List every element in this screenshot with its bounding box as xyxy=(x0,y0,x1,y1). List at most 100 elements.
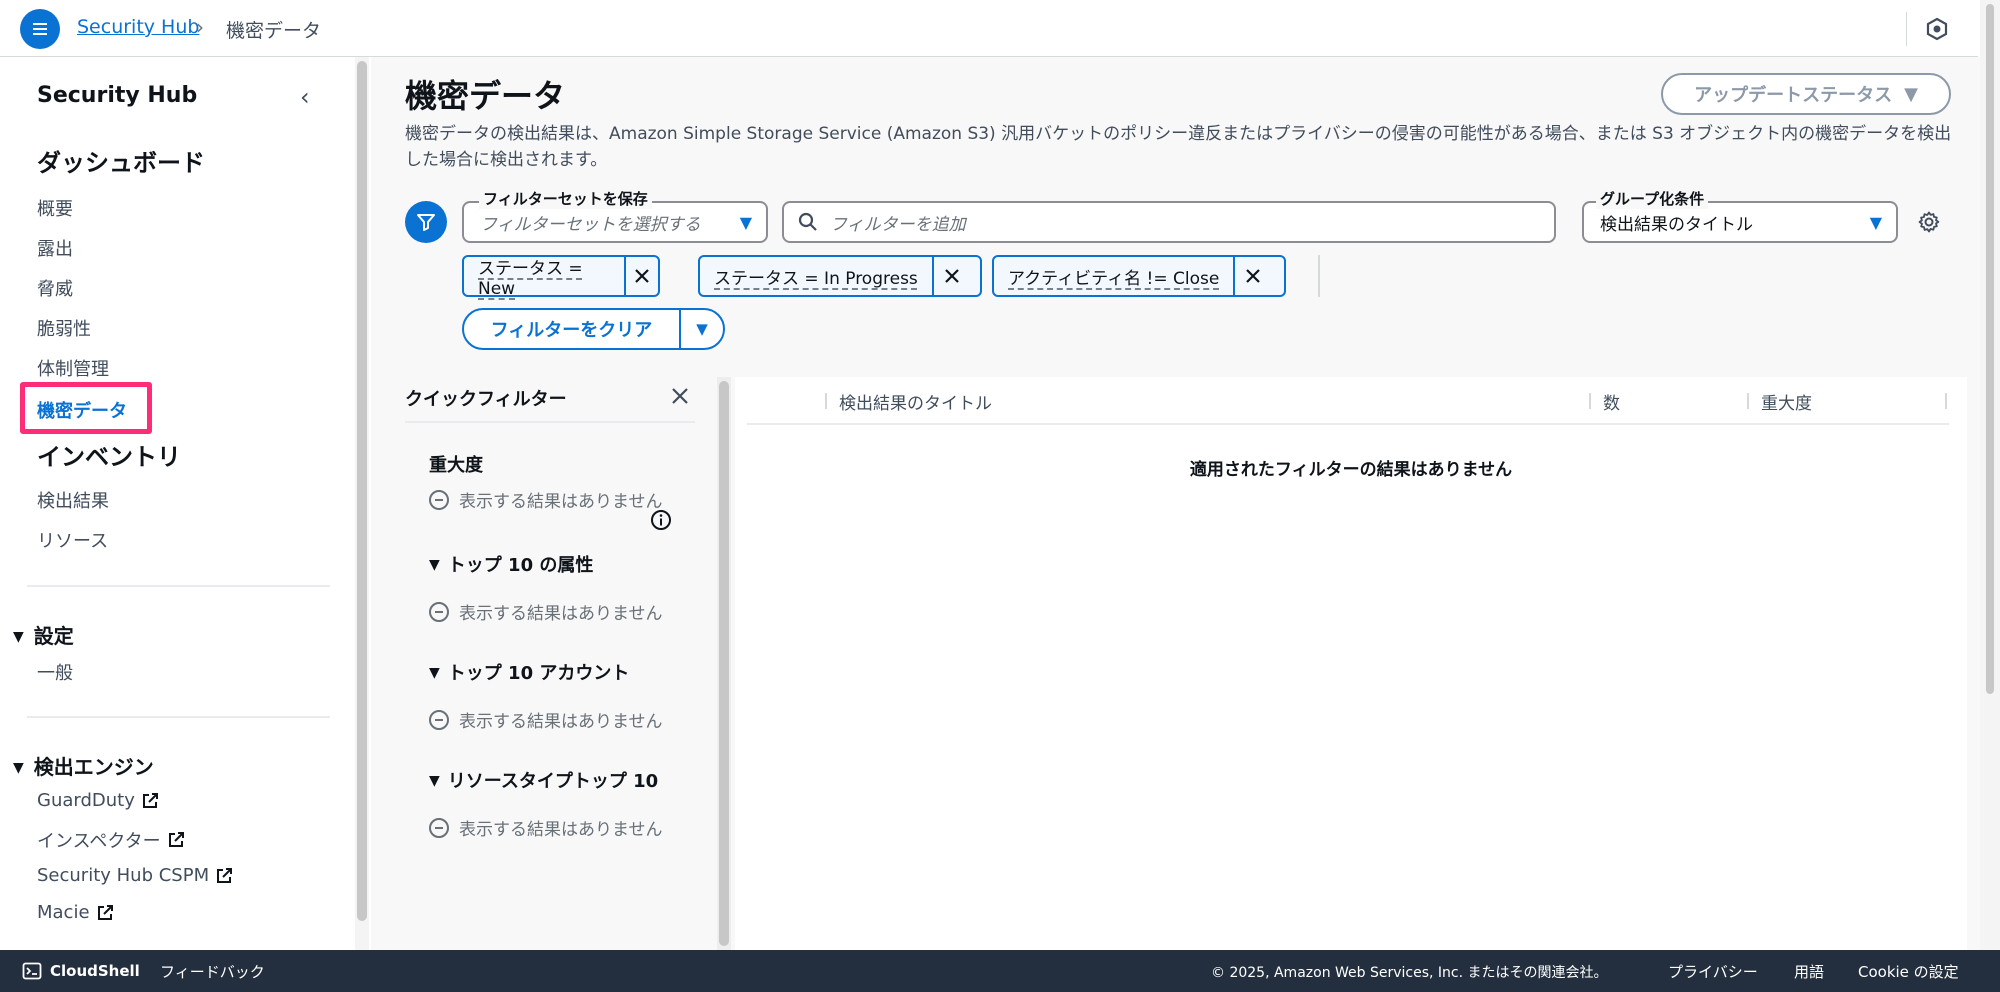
sidebar-item-exposure[interactable]: 露出 xyxy=(37,235,73,261)
quick-filter-heading-top10-attributes[interactable]: ▼ トップ 10 の属性 xyxy=(429,551,593,577)
breadcrumb-security-hub[interactable]: Security Hub xyxy=(77,16,199,38)
feedback-link[interactable]: フィードバック xyxy=(160,961,265,982)
caret-down-icon: ▼ xyxy=(1904,83,1918,105)
quick-filter-heading-top10-resource-types[interactable]: ▼ リソースタイプトップ 10 xyxy=(429,767,658,793)
group-by-label: グループ化条件 xyxy=(1596,188,1709,209)
minus-circle-icon xyxy=(429,817,449,838)
sidebar-scrollbar[interactable] xyxy=(355,57,369,950)
sidebar-item-inspector[interactable]: インスペクター xyxy=(37,827,185,853)
sidebar-item-resources[interactable]: リソース xyxy=(37,527,108,553)
copyright-text: © 2025, Amazon Web Services, Inc. またはその関… xyxy=(1211,965,1608,981)
close-icon[interactable] xyxy=(931,257,970,295)
sidebar-item-posture[interactable]: 体制管理 xyxy=(37,355,109,381)
quick-filter-empty: 表示する結果はありません xyxy=(429,815,663,840)
terms-link[interactable]: 用語 xyxy=(1794,961,1824,982)
scrollbar-thumb[interactable] xyxy=(357,61,367,921)
quick-filter-panel: クイックフィルター 重大度 表示する結果はありません ▼ トップ 10 の属性 表… xyxy=(371,377,698,950)
sidebar-item-label: Macie xyxy=(37,902,90,923)
info-icon[interactable] xyxy=(650,509,672,531)
external-link-icon xyxy=(142,792,158,808)
gear-icon[interactable] xyxy=(1917,210,1941,234)
update-status-label: アップデートステータス xyxy=(1694,85,1893,106)
caret-down-icon: ▼ xyxy=(1869,213,1882,232)
filter-token-label[interactable]: ステータス = In Progress xyxy=(700,257,932,295)
sidebar-item-threats[interactable]: 脅威 xyxy=(37,275,73,301)
quick-filter-empty: 表示する結果はありません xyxy=(429,487,663,512)
page-title: 機密データ xyxy=(405,77,566,115)
column-separator[interactable] xyxy=(1945,393,1947,409)
sidebar-item-macie[interactable]: Macie xyxy=(37,902,114,923)
caret-down-icon: ▼ xyxy=(429,773,440,789)
clear-filters-label[interactable]: フィルターをクリア xyxy=(464,310,679,348)
section-label: リソースタイプトップ 10 xyxy=(447,771,659,792)
group-by-value: 検出結果のタイトル xyxy=(1600,214,1753,235)
empty-text: 表示する結果はありません xyxy=(459,492,663,512)
caret-down-icon[interactable]: ▼ xyxy=(679,310,723,348)
sidebar-item-label: Security Hub CSPM xyxy=(37,865,210,886)
clear-filters-button[interactable]: フィルターをクリア ▼ xyxy=(462,308,725,350)
quick-filter-heading-top10-accounts[interactable]: ▼ トップ 10 アカウント xyxy=(429,659,629,685)
minus-circle-icon xyxy=(429,489,449,510)
close-icon[interactable] xyxy=(669,385,691,407)
column-separator[interactable] xyxy=(1747,393,1749,409)
scrollbar-thumb[interactable] xyxy=(1986,4,1994,694)
column-separator[interactable] xyxy=(1589,393,1591,409)
close-icon[interactable] xyxy=(623,257,658,295)
top-navigation-bar: Security Hub › 機密データ xyxy=(0,0,1978,57)
column-separator[interactable] xyxy=(825,393,827,409)
quick-filter-scrollbar[interactable] xyxy=(717,377,731,950)
filter-token-status-new[interactable]: ステータス = New xyxy=(462,255,660,299)
update-status-button[interactable]: アップデートステータス ▼ xyxy=(1661,73,1951,115)
divider xyxy=(1906,12,1907,46)
engines-section-toggle[interactable]: ▼ 検出エンジン xyxy=(13,751,154,780)
filter-token-activity-name[interactable]: アクティビティ名 != Close xyxy=(992,255,1286,297)
breadcrumb-current: 機密データ xyxy=(226,20,322,42)
quick-filter-empty: 表示する結果はありません xyxy=(429,599,663,624)
caret-down-icon: ▼ xyxy=(13,629,24,645)
sidebar-item-security-hub-cspm[interactable]: Security Hub CSPM xyxy=(37,865,233,886)
collapse-sidebar-icon[interactable]: ‹ xyxy=(300,83,310,111)
privacy-link[interactable]: プライバシー xyxy=(1668,961,1758,982)
search-placeholder: フィルターを追加 xyxy=(830,214,966,235)
sidebar-item-guardduty[interactable]: GuardDuty xyxy=(37,790,159,811)
sidebar: Security Hub ‹ ダッシュボード 概要 露出 脅威 脆弱性 体制管理… xyxy=(0,57,352,950)
sidebar-item-label: インスペクター xyxy=(37,831,161,852)
scrollbar-thumb[interactable] xyxy=(719,381,729,946)
quick-filter-empty: 表示する結果はありません xyxy=(429,707,663,732)
column-header-count[interactable]: 数 xyxy=(1603,389,1620,414)
sidebar-item-vulnerabilities[interactable]: 脆弱性 xyxy=(37,315,91,341)
section-label: トップ 10 の属性 xyxy=(447,555,594,576)
section-label: トップ 10 アカウント xyxy=(447,663,630,684)
filter-token-label[interactable]: アクティビティ名 != Close xyxy=(994,257,1233,295)
cloudshell-button[interactable]: CloudShell xyxy=(22,961,140,981)
close-icon[interactable] xyxy=(1233,257,1271,295)
caret-down-icon: ▼ xyxy=(13,760,24,776)
caret-down-icon: ▼ xyxy=(429,665,440,681)
sidebar-item-overview[interactable]: 概要 xyxy=(37,195,73,221)
sidebar-item-sensitive-data[interactable]: 機密データ xyxy=(37,397,127,423)
empty-text: 表示する結果はありません xyxy=(459,712,663,732)
divider xyxy=(27,585,330,587)
cookie-settings-link[interactable]: Cookie の設定 xyxy=(1858,961,1959,982)
sidebar-item-general[interactable]: 一般 xyxy=(37,659,73,685)
filter-token-label[interactable]: ステータス = New xyxy=(464,257,624,299)
column-header-finding-title[interactable]: 検出結果のタイトル xyxy=(839,389,992,414)
sidebar-item-findings[interactable]: 検出結果 xyxy=(37,487,109,513)
search-icon xyxy=(798,212,817,231)
cloudshell-label: CloudShell xyxy=(50,962,140,980)
minus-circle-icon xyxy=(429,709,449,730)
add-filter-search-input[interactable]: フィルターを追加 xyxy=(782,201,1556,243)
findings-table: 検出結果のタイトル 数 重大度 適用されたフィルターの結果はありません xyxy=(735,377,1967,950)
column-header-severity[interactable]: 重大度 xyxy=(1761,389,1812,414)
settings-section-toggle[interactable]: ▼ 設定 xyxy=(13,620,74,649)
menu-icon[interactable] xyxy=(20,9,60,49)
engines-section-label: 検出エンジン xyxy=(33,755,154,779)
quick-filter-heading-severity: 重大度 xyxy=(429,455,483,476)
empty-text: 表示する結果はありません xyxy=(459,604,663,624)
saved-filter-set-label: フィルターセットを保存 xyxy=(479,188,652,209)
filter-token-status-in-progress[interactable]: ステータス = In Progress xyxy=(698,255,982,297)
saved-filter-set-placeholder: フィルターセットを選択する xyxy=(480,214,701,235)
hexagon-settings-icon[interactable] xyxy=(1924,16,1950,42)
filter-icon[interactable] xyxy=(405,201,447,243)
page-scrollbar[interactable] xyxy=(1980,0,2000,950)
